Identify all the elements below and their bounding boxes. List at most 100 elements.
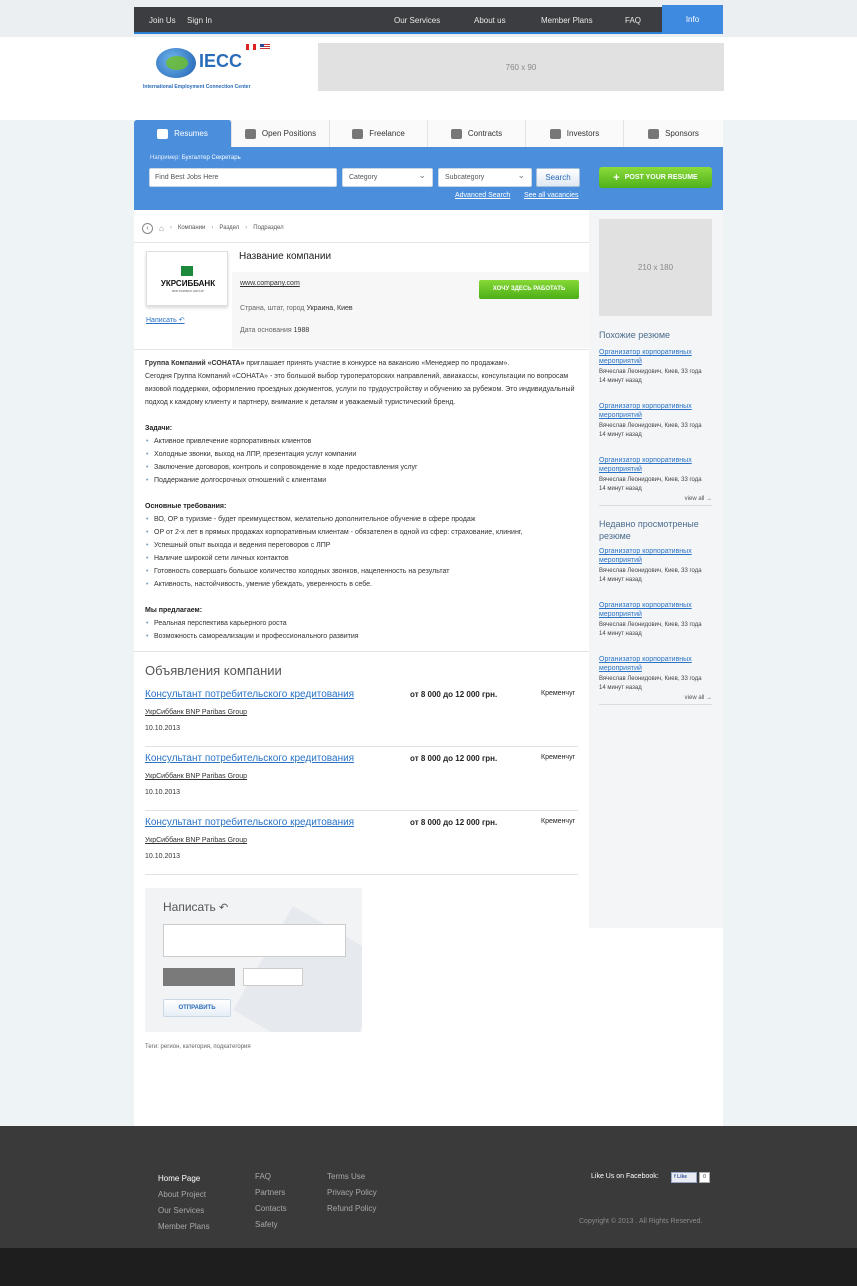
send-button[interactable]: ОТПРАВИТЬ bbox=[163, 999, 231, 1017]
reply-arrow-icon: ↶ bbox=[178, 317, 185, 324]
resume-link[interactable]: Организатор корпоративных мероприятий bbox=[599, 547, 712, 565]
nav-about-us[interactable]: About us bbox=[474, 7, 506, 34]
captcha-input[interactable] bbox=[243, 968, 303, 986]
want-to-work-button[interactable]: ХОЧУ ЗДЕСЬ РАБОТАТЬ bbox=[479, 280, 579, 299]
contract-icon bbox=[450, 128, 462, 139]
tab-sponsors[interactable]: Sponsors bbox=[624, 120, 723, 147]
category-tabs: Resumes Open Positions Freelance Contrac… bbox=[134, 120, 723, 147]
recent-resume-item: Организатор корпоративных мероприятий Вя… bbox=[599, 547, 712, 585]
nav-our-services[interactable]: Our Services bbox=[394, 7, 440, 34]
list-item: ОР от 2-х лет в прямых продажах корпорат… bbox=[145, 526, 585, 539]
breadcrumb-separator: › bbox=[169, 225, 172, 231]
search-bar: Например: Бухгалтер Секретарь Find Best … bbox=[134, 147, 723, 210]
footer-column-2: FAQ Partners Contacts Safety bbox=[255, 1169, 287, 1233]
nav-faq[interactable]: FAQ bbox=[625, 7, 641, 34]
company-logo-sub: BNP PARIBAS GROUP bbox=[172, 289, 204, 293]
recent-resumes-title: Недавно просмотреные резюме bbox=[599, 519, 699, 541]
founded-label: Дата основания bbox=[240, 327, 292, 334]
footer-link-plans[interactable]: Member Plans bbox=[158, 1219, 210, 1235]
tab-label: Resumes bbox=[174, 129, 208, 138]
tab-contracts[interactable]: Contracts bbox=[428, 120, 526, 147]
advanced-search-link[interactable]: Advanced Search bbox=[455, 192, 510, 199]
breadcrumb-separator: › bbox=[245, 225, 248, 231]
category-select[interactable]: Category bbox=[342, 167, 433, 187]
back-arrow-icon[interactable]: ‹ bbox=[142, 222, 153, 234]
write-link[interactable]: Написать ↶ bbox=[146, 316, 185, 324]
nav-info[interactable]: Info bbox=[662, 5, 723, 34]
list-item: Наличие широкой сети личных контактов bbox=[145, 552, 585, 565]
usa-flag-icon[interactable] bbox=[260, 44, 270, 50]
bank-logo-icon bbox=[181, 266, 193, 276]
list-item: Успешный опыт выхода и ведения переговор… bbox=[145, 539, 585, 552]
search-button[interactable]: Search bbox=[536, 168, 580, 187]
footer-link-services[interactable]: Our Services bbox=[158, 1203, 210, 1219]
location-label: Страна, штат, город bbox=[240, 305, 305, 312]
logo-text[interactable]: IECC bbox=[199, 51, 242, 72]
intro-paragraph: Группа Компаний «СОНАТА» приглашает прин… bbox=[145, 357, 585, 370]
view-all-similar-link[interactable]: view all → bbox=[599, 496, 712, 506]
resume-time: 14 минут назад bbox=[599, 631, 642, 637]
facebook-like-count: 0 bbox=[699, 1172, 710, 1183]
footer-link-contacts[interactable]: Contacts bbox=[255, 1201, 287, 1217]
company-location: Страна, штат, город Украина, Киев bbox=[240, 305, 353, 312]
comment-textarea[interactable] bbox=[163, 924, 346, 957]
announcement-link[interactable]: Консультант потребительского кредитовани… bbox=[145, 817, 354, 828]
announcement-link[interactable]: Консультант потребительского кредитовани… bbox=[145, 753, 354, 764]
announcement-link[interactable]: Консультант потребительского кредитовани… bbox=[145, 689, 354, 700]
breadcrumb-item[interactable]: Подраздел bbox=[253, 225, 283, 231]
resume-link[interactable]: Организатор корпоративных мероприятий bbox=[599, 655, 712, 673]
tab-resumes[interactable]: Resumes bbox=[134, 120, 232, 147]
resume-meta: Вячеслав Леонидович, Киев, 33 года bbox=[599, 676, 702, 682]
footer-link-faq[interactable]: FAQ bbox=[255, 1169, 287, 1185]
recent-resume-item: Организатор корпоративных мероприятий Вя… bbox=[599, 655, 712, 693]
breadcrumb-item[interactable]: Раздел bbox=[219, 225, 239, 231]
footer-link-refund[interactable]: Refund Policy bbox=[327, 1201, 377, 1217]
person-icon bbox=[244, 128, 256, 139]
hint-link-accountant[interactable]: Бухгалтер bbox=[182, 155, 210, 161]
announcements-title: Объявления компании bbox=[145, 663, 282, 678]
announcement-company-link[interactable]: УкрСиббанк BNP Paribas Group bbox=[145, 837, 247, 844]
company-website-link[interactable]: www.company.com bbox=[240, 280, 300, 287]
resume-link[interactable]: Организатор корпоративных мероприятий bbox=[599, 456, 712, 474]
subcategory-select[interactable]: Subcategory bbox=[438, 167, 532, 187]
offer-list: Реальная перспектива карьерного роста Во… bbox=[145, 617, 585, 643]
resume-link[interactable]: Организатор корпоративных мероприятий bbox=[599, 348, 712, 366]
resume-link[interactable]: Организатор корпоративных мероприятий bbox=[599, 402, 712, 420]
announcement-row: Консультант потребительского кредитовани… bbox=[145, 747, 578, 811]
footer-link-terms[interactable]: Terms Use bbox=[327, 1169, 377, 1185]
post-resume-button[interactable]: + POST YOUR RESUME bbox=[599, 167, 712, 188]
footer-link-home[interactable]: Home Page bbox=[158, 1171, 210, 1187]
nav-member-plans[interactable]: Member Plans bbox=[541, 7, 593, 34]
announcement-city: Кременчуг bbox=[541, 818, 576, 825]
announcement-company-link[interactable]: УкрСиббанк BNP Paribas Group bbox=[145, 773, 247, 780]
captcha-image bbox=[163, 968, 235, 986]
list-item: Реальная перспектива карьерного роста bbox=[145, 617, 585, 630]
logo-globe-icon[interactable] bbox=[156, 48, 196, 78]
view-all-recent-link[interactable]: view all → bbox=[599, 695, 712, 705]
canada-flag-icon[interactable] bbox=[246, 44, 256, 50]
resume-meta: Вячеслав Леонидович, Киев, 33 года bbox=[599, 477, 702, 483]
list-item: Активность, настойчивость, умение убежда… bbox=[145, 578, 585, 591]
footer: Home Page About Project Our Services Mem… bbox=[0, 1126, 857, 1248]
join-us-link[interactable]: Join Us bbox=[149, 7, 176, 34]
footer-link-safety[interactable]: Safety bbox=[255, 1217, 287, 1233]
footer-link-privacy[interactable]: Privacy Policy bbox=[327, 1185, 377, 1201]
requirements-list: ВО, ОР в туризме - будет преимуществом, … bbox=[145, 513, 585, 591]
announcement-company-link[interactable]: УкрСиббанк BNP Paribas Group bbox=[145, 709, 247, 716]
tab-investors[interactable]: Investors bbox=[526, 120, 624, 147]
footer-link-partners[interactable]: Partners bbox=[255, 1185, 287, 1201]
see-all-vacancies-link[interactable]: See all vacancies bbox=[524, 192, 578, 199]
tab-freelance[interactable]: Freelance bbox=[330, 120, 428, 147]
tags-line: Теги: регион, категория, подкатегория bbox=[145, 1044, 251, 1050]
footer-column-1: Home Page About Project Our Services Mem… bbox=[158, 1171, 210, 1235]
footer-link-about[interactable]: About Project bbox=[158, 1187, 210, 1203]
resume-link[interactable]: Организатор корпоративных мероприятий bbox=[599, 601, 712, 619]
tab-open-positions[interactable]: Open Positions bbox=[232, 120, 330, 147]
sign-in-link[interactable]: Sign In bbox=[187, 7, 212, 34]
home-icon[interactable]: ⌂ bbox=[159, 224, 164, 233]
top-banner-placeholder: 760 x 90 bbox=[318, 43, 724, 91]
hint-link-secretary[interactable]: Секретарь bbox=[211, 155, 240, 161]
breadcrumb-item[interactable]: Компании bbox=[178, 225, 206, 231]
facebook-like-button[interactable]: f Like bbox=[671, 1172, 697, 1183]
search-input[interactable]: Find Best Jobs Here bbox=[149, 168, 337, 187]
